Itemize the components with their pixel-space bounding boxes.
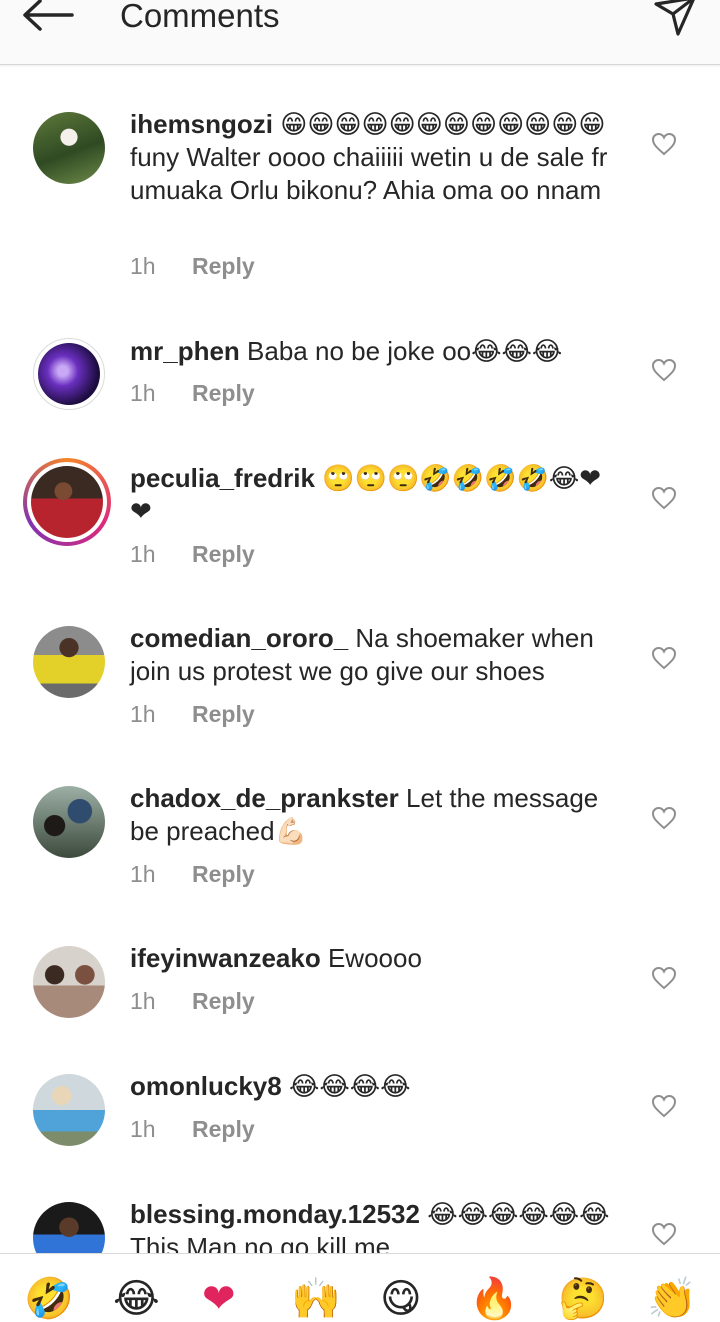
clapping-hands-emoji-button[interactable]: 👏 — [647, 1276, 697, 1322]
comment-username[interactable]: ifeyinwanzeako — [130, 943, 321, 973]
comment-time: 1h — [130, 701, 156, 727]
like-heart-icon[interactable] — [651, 1094, 677, 1118]
arrow-left-icon[interactable] — [18, 0, 78, 34]
comment-text: Ewoooo — [320, 943, 422, 973]
comment-time: 1h — [130, 861, 156, 887]
comment-username[interactable]: ihemsngozi — [130, 109, 273, 139]
rofl-emoji-button[interactable]: 🤣 — [24, 1276, 74, 1322]
like-heart-icon[interactable] — [651, 966, 677, 990]
comment-time: 1h — [130, 988, 156, 1014]
avatar[interactable] — [33, 1074, 105, 1146]
avatar[interactable] — [33, 112, 105, 184]
comment-username[interactable]: chadox_de_prankster — [130, 783, 399, 813]
comment-text: 😂😂😂😂 — [281, 1071, 411, 1101]
raising-hands-emoji-button[interactable]: 🙌 — [291, 1276, 341, 1322]
comment-username[interactable]: mr_phen — [130, 336, 240, 366]
red-heart-emoji-button[interactable]: ❤ — [202, 1276, 236, 1322]
reply-button[interactable]: Reply — [192, 541, 255, 567]
avatar[interactable] — [33, 626, 105, 698]
page-title: Comments — [120, 0, 280, 34]
thinking-face-emoji-button[interactable]: 🤔 — [558, 1276, 608, 1322]
emoji-reaction-bar: 🤣 😂 ❤ 🙌 😋 🔥 🤔 👏 — [0, 1253, 720, 1322]
avatar[interactable] — [33, 338, 105, 410]
story-ring[interactable] — [23, 458, 111, 546]
comment-time: 1h — [130, 1116, 156, 1142]
reply-button[interactable]: Reply — [192, 1116, 255, 1142]
yum-face-emoji-button[interactable]: 😋 — [380, 1276, 422, 1322]
reply-button[interactable]: Reply — [192, 988, 255, 1014]
like-heart-icon[interactable] — [651, 132, 677, 156]
reply-button[interactable]: Reply — [192, 380, 255, 406]
tears-of-joy-emoji-button[interactable]: 😂 — [113, 1276, 160, 1322]
comment-time: 1h — [130, 253, 156, 279]
like-heart-icon[interactable] — [651, 486, 677, 510]
send-paper-plane-icon[interactable] — [652, 0, 698, 38]
comment-username[interactable]: omonlucky8 — [130, 1071, 282, 1101]
comment-time: 1h — [130, 541, 156, 567]
comment-time: 1h — [130, 380, 156, 406]
avatar — [31, 466, 103, 538]
avatar[interactable] — [33, 786, 105, 858]
reply-button[interactable]: Reply — [192, 701, 255, 727]
avatar[interactable] — [33, 946, 105, 1018]
top-bar: Comments — [0, 0, 720, 65]
comment-username[interactable]: peculia_fredrik — [130, 463, 315, 493]
comment-username[interactable]: blessing.monday.12532 — [130, 1199, 420, 1229]
fire-emoji-button[interactable]: 🔥 — [469, 1276, 519, 1322]
like-heart-icon[interactable] — [651, 358, 677, 382]
reply-button[interactable]: Reply — [192, 253, 255, 279]
comment-username[interactable]: comedian_ororo_ — [130, 623, 348, 653]
like-heart-icon[interactable] — [651, 1222, 677, 1246]
reply-button[interactable]: Reply — [192, 861, 255, 887]
like-heart-icon[interactable] — [651, 646, 677, 670]
comment-text: Baba no be joke oo😂😂😂 — [239, 336, 563, 366]
like-heart-icon[interactable] — [651, 806, 677, 830]
